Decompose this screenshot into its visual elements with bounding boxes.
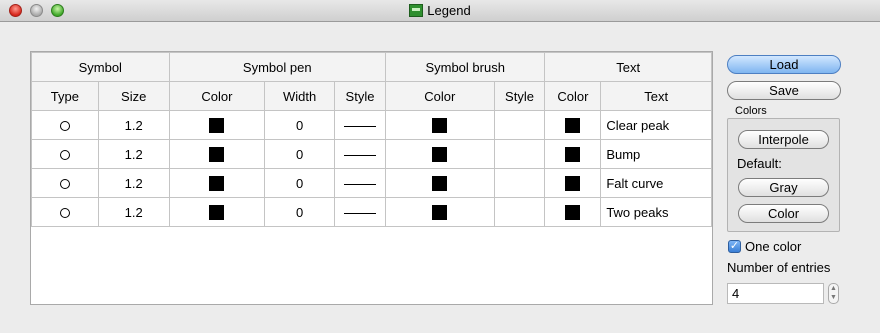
solid-line-icon (344, 183, 376, 185)
circle-symbol-icon (59, 121, 70, 132)
pen-color-cell[interactable] (168, 168, 266, 198)
gray-button[interactable]: Gray (738, 178, 829, 197)
pen-style-cell[interactable] (334, 197, 386, 227)
table-row[interactable]: 1.2 0 Bump (31, 139, 712, 169)
legend-app-icon (409, 4, 424, 17)
window-title: Legend (427, 3, 471, 18)
column-header-brush-style[interactable]: Style (493, 81, 546, 111)
group-header-symbol-pen: Symbol pen (168, 52, 386, 82)
color-swatch (432, 147, 448, 163)
brush-color-cell[interactable] (384, 197, 495, 227)
pen-style-cell[interactable] (334, 110, 386, 140)
column-header-width[interactable]: Width (264, 81, 336, 111)
load-button[interactable]: Load (727, 55, 841, 74)
text-color-cell[interactable] (544, 139, 602, 169)
pen-width-cell[interactable]: 0 (264, 139, 336, 169)
brush-color-cell[interactable] (384, 110, 495, 140)
pen-style-cell[interactable] (334, 168, 386, 198)
solid-line-icon (344, 154, 376, 156)
column-header-size[interactable]: Size (97, 81, 170, 111)
brush-style-cell[interactable] (493, 197, 546, 227)
group-header-symbol-brush: Symbol brush (384, 52, 546, 82)
color-swatch (565, 118, 581, 134)
number-of-entries-stepper[interactable]: ▲ ▼ (828, 283, 839, 304)
color-swatch (432, 205, 448, 221)
pen-color-cell[interactable] (168, 139, 266, 169)
color-swatch (432, 176, 448, 192)
column-header-type[interactable]: Type (31, 81, 99, 111)
column-header-pen-color[interactable]: Color (168, 81, 266, 111)
table-row[interactable]: 1.2 0 Falt curve (31, 168, 712, 198)
brush-color-cell[interactable] (384, 139, 495, 169)
number-of-entries-label: Number of entries (727, 260, 831, 275)
color-swatch (209, 118, 225, 134)
save-button[interactable]: Save (727, 81, 841, 100)
legend-text-cell[interactable]: Bump (600, 139, 712, 169)
symbol-type-cell[interactable] (31, 168, 99, 198)
color-swatch (565, 176, 581, 192)
solid-line-icon (344, 125, 376, 127)
symbol-size-cell[interactable]: 1.2 (97, 168, 170, 198)
column-header-row: Type Size Color Width Style Color Style … (31, 81, 712, 111)
text-color-cell[interactable] (544, 197, 602, 227)
color-swatch (209, 147, 225, 163)
legend-table-container[interactable]: Symbol Symbol pen Symbol brush Text Type… (30, 51, 713, 305)
column-header-text-color[interactable]: Color (544, 81, 602, 111)
window-title-wrap: Legend (0, 3, 880, 18)
circle-symbol-icon (59, 208, 70, 219)
pen-style-cell[interactable] (334, 139, 386, 169)
text-color-cell[interactable] (544, 110, 602, 140)
pen-width-cell[interactable]: 0 (264, 110, 336, 140)
pen-color-cell[interactable] (168, 197, 266, 227)
text-color-cell[interactable] (544, 168, 602, 198)
default-label: Default: (737, 156, 782, 171)
number-of-entries-input[interactable]: 4 (727, 283, 824, 304)
colors-group-label: Colors (735, 105, 767, 117)
legend-window: Legend Symbol Symbol pen Symbol brush Te… (0, 0, 880, 333)
legend-text-cell[interactable]: Falt curve (600, 168, 712, 198)
group-header-text: Text (544, 52, 712, 82)
symbol-size-cell[interactable]: 1.2 (97, 197, 170, 227)
symbol-type-cell[interactable] (31, 110, 99, 140)
pen-width-cell[interactable]: 0 (264, 197, 336, 227)
column-header-pen-style[interactable]: Style (334, 81, 386, 111)
color-swatch (565, 147, 581, 163)
title-bar: Legend (0, 0, 880, 22)
circle-symbol-icon (59, 150, 70, 161)
table-row[interactable]: 1.2 0 Clear peak (31, 110, 712, 140)
pen-color-cell[interactable] (168, 110, 266, 140)
legend-text-cell[interactable]: Clear peak (600, 110, 712, 140)
brush-color-cell[interactable] (384, 168, 495, 198)
legend-table: Symbol Symbol pen Symbol brush Text Type… (31, 52, 712, 227)
symbol-type-cell[interactable] (31, 197, 99, 227)
brush-style-cell[interactable] (493, 110, 546, 140)
column-header-text[interactable]: Text (600, 81, 712, 111)
color-swatch (432, 118, 448, 134)
group-header-symbol: Symbol (31, 52, 170, 82)
table-row[interactable]: 1.2 0 Two peaks (31, 197, 712, 227)
circle-symbol-icon (59, 179, 70, 190)
legend-text-cell[interactable]: Two peaks (600, 197, 712, 227)
pen-width-cell[interactable]: 0 (264, 168, 336, 198)
color-button[interactable]: Color (738, 204, 829, 223)
symbol-size-cell[interactable]: 1.2 (97, 110, 170, 140)
solid-line-icon (344, 212, 376, 214)
color-swatch (209, 176, 225, 192)
column-header-brush-color[interactable]: Color (384, 81, 495, 111)
one-color-label: One color (745, 239, 802, 254)
color-swatch (209, 205, 225, 221)
group-header-row: Symbol Symbol pen Symbol brush Text (31, 52, 712, 82)
brush-style-cell[interactable] (493, 139, 546, 169)
color-swatch (565, 205, 581, 221)
brush-style-cell[interactable] (493, 168, 546, 198)
symbol-size-cell[interactable]: 1.2 (97, 139, 170, 169)
symbol-type-cell[interactable] (31, 139, 99, 169)
interpole-button[interactable]: Interpole (738, 130, 829, 149)
one-color-checkbox[interactable]: ✓ (728, 240, 741, 253)
